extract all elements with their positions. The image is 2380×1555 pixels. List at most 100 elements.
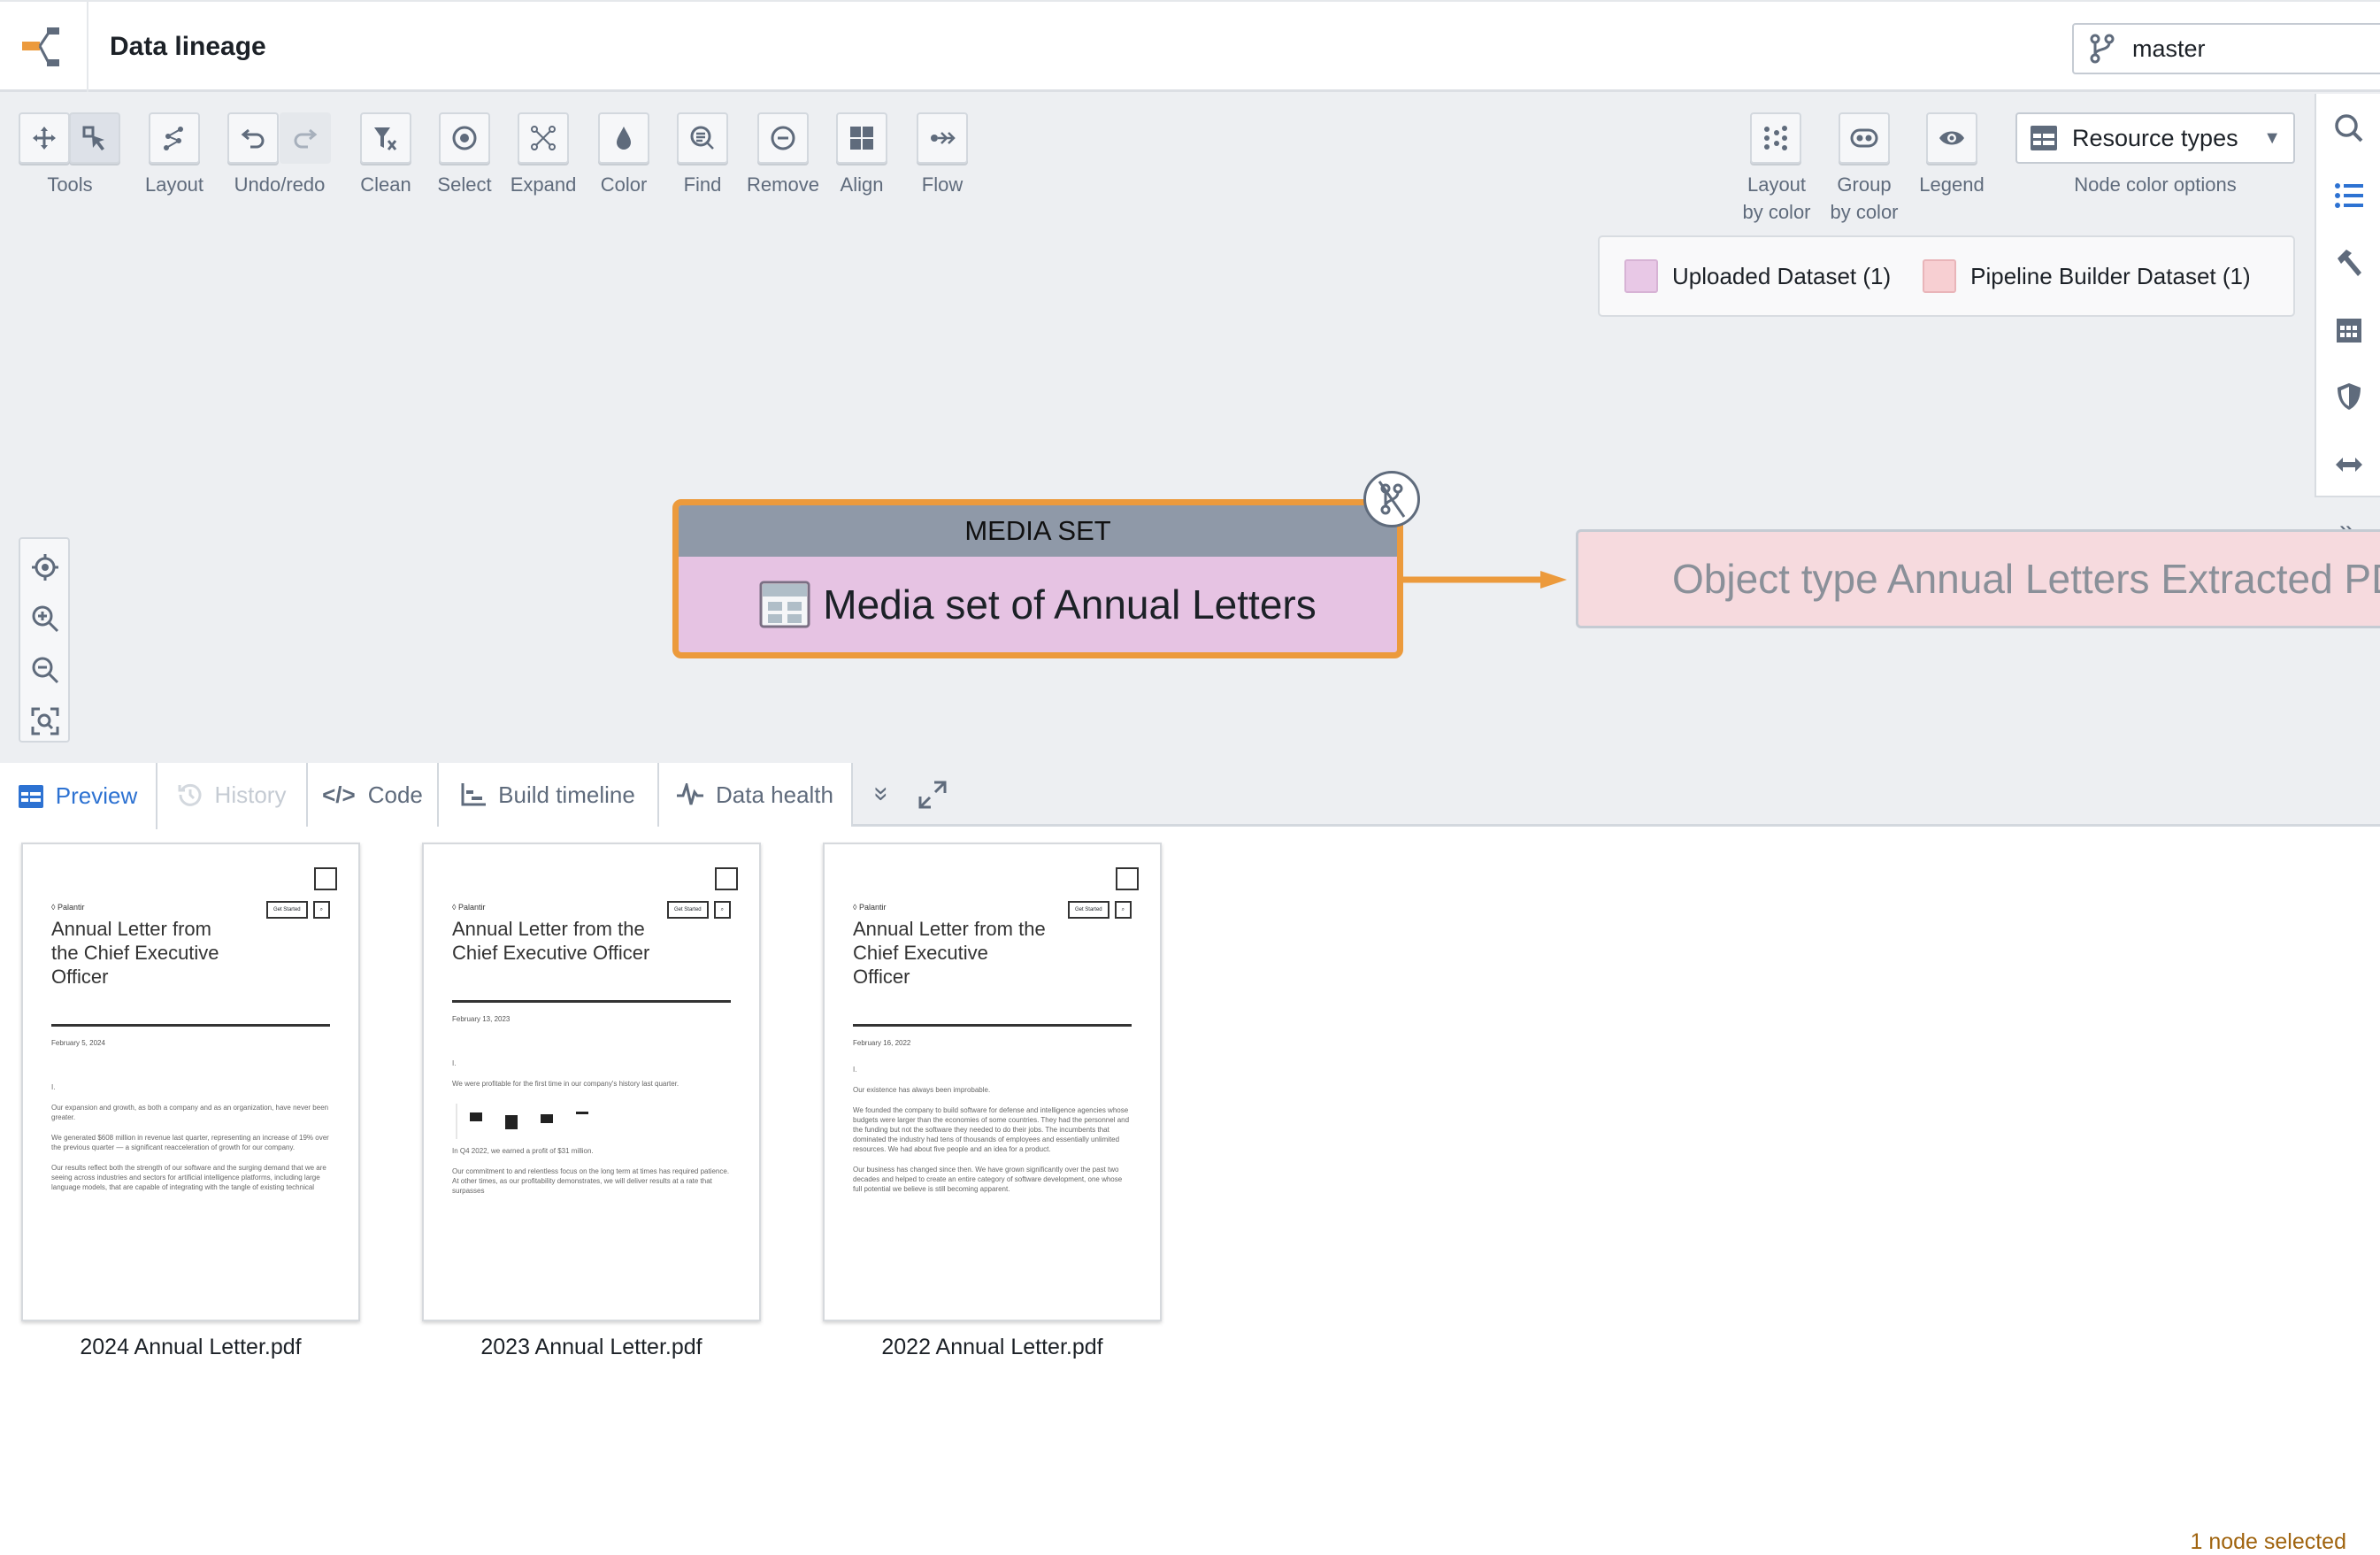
color-label: Color bbox=[600, 173, 648, 196]
file-preview-2023[interactable]: Get Started ⌕ ◊ Palantir Annual Letter fr… bbox=[422, 843, 761, 1321]
flow-label: Flow bbox=[921, 173, 964, 196]
flow-button[interactable] bbox=[917, 112, 968, 164]
file-name: 2023 Annual Letter.pdf bbox=[480, 1335, 702, 1359]
dots-scatter-icon bbox=[1764, 126, 1787, 150]
node-color-options-select[interactable]: Resource types ▼ bbox=[2015, 112, 2295, 164]
zoom-in-icon[interactable] bbox=[31, 604, 59, 633]
file-select-checkbox[interactable] bbox=[1116, 867, 1139, 890]
code-icon: </> bbox=[322, 781, 356, 808]
expand-button[interactable] bbox=[518, 112, 569, 164]
document-title: Annual Letter from the Chief Executive Of… bbox=[452, 918, 650, 964]
pan-tool-button[interactable] bbox=[19, 112, 70, 164]
table-icon bbox=[2031, 126, 2057, 150]
grid-icon bbox=[850, 127, 873, 150]
align-button[interactable] bbox=[836, 112, 887, 164]
legend-swatch-uploaded-dataset bbox=[1624, 259, 1658, 293]
file-name: 2022 Annual Letter.pdf bbox=[881, 1335, 1103, 1359]
pulse-icon bbox=[677, 783, 703, 805]
document-date: February 13, 2023 bbox=[452, 1015, 511, 1023]
file-select-checkbox[interactable] bbox=[715, 867, 738, 890]
target-icon bbox=[452, 126, 477, 150]
zoom-out-icon[interactable] bbox=[31, 656, 59, 684]
git-branch-icon bbox=[2090, 34, 2115, 64]
maximize-icon[interactable] bbox=[918, 781, 947, 809]
app-header: Data lineage master bbox=[0, 0, 2380, 92]
file-preview-2022[interactable]: Get Started ⌕ ◊ Palantir Annual Letter fr… bbox=[823, 843, 1162, 1321]
minus-circle-icon bbox=[771, 126, 795, 150]
group-by-color-button[interactable] bbox=[1839, 112, 1890, 164]
tab-preview[interactable]: Preview bbox=[0, 763, 157, 829]
document-body: I. Our expansion and growth, as both a co… bbox=[51, 1083, 329, 1191]
selected-node-media-set[interactable]: MEDIA SET Media set of Annual Letters bbox=[672, 499, 1403, 658]
hammer-icon[interactable] bbox=[2334, 248, 2364, 278]
eye-icon bbox=[1939, 131, 1964, 145]
redo-button[interactable] bbox=[280, 112, 331, 164]
color-button[interactable] bbox=[598, 112, 649, 164]
remove-label: Remove bbox=[747, 173, 819, 196]
search-icon[interactable] bbox=[2334, 113, 2364, 143]
layout-by-color-button[interactable] bbox=[1750, 112, 1801, 164]
node-type-header: MEDIA SET bbox=[679, 505, 1397, 557]
document-date: February 5, 2024 bbox=[51, 1039, 105, 1047]
clean-button[interactable] bbox=[360, 112, 411, 164]
data-lineage-logo-icon bbox=[0, 2, 88, 92]
tab-build-timeline-label: Build timeline bbox=[498, 781, 635, 808]
tab-code[interactable]: </> Code bbox=[308, 763, 439, 827]
legend-button[interactable] bbox=[1926, 112, 1977, 164]
right-sidebar bbox=[2315, 94, 2380, 497]
recenter-icon[interactable] bbox=[31, 553, 59, 581]
calendar-icon[interactable] bbox=[2334, 314, 2364, 344]
legend-swatch-pipeline-builder-dataset bbox=[1923, 259, 1957, 293]
node-color-options-label: Node color options bbox=[2074, 173, 2237, 196]
caret-down-icon: ▼ bbox=[2263, 127, 2281, 148]
group-by-color-label: Group by color bbox=[1830, 173, 1899, 223]
branch-selector[interactable]: master bbox=[2072, 23, 2380, 74]
file-select-checkbox[interactable] bbox=[314, 867, 337, 890]
select-label: Select bbox=[437, 173, 492, 196]
undo-redo-label: Undo/redo bbox=[234, 173, 326, 196]
legend-panel: Uploaded Dataset (1) Pipeline Builder Da… bbox=[1598, 235, 2295, 317]
zoom-controls bbox=[19, 537, 70, 743]
branch-disabled-icon[interactable] bbox=[1363, 471, 1420, 527]
expand-label: Expand bbox=[510, 173, 577, 196]
legend-item-uploaded-dataset: Uploaded Dataset (1) bbox=[1672, 262, 1892, 289]
file-preview-2024[interactable]: Get Started ⌕ ◊ Palantir Annual Letter fr… bbox=[21, 843, 360, 1321]
selection-status: 1 node selected bbox=[2190, 1529, 2346, 1554]
find-button[interactable] bbox=[677, 112, 728, 164]
flow-icon bbox=[931, 132, 956, 144]
select-button[interactable] bbox=[439, 112, 490, 164]
lineage-edge-arrow bbox=[1403, 571, 1567, 589]
undo-button[interactable] bbox=[227, 112, 279, 164]
align-label: Align bbox=[840, 173, 884, 196]
expand-graph-icon bbox=[531, 126, 556, 150]
tab-build-timeline[interactable]: Build timeline bbox=[439, 763, 659, 827]
redo-icon bbox=[294, 128, 318, 149]
tab-data-health[interactable]: Data health bbox=[659, 763, 853, 827]
legend-item-pipeline-builder-dataset: Pipeline Builder Dataset (1) bbox=[1970, 262, 2251, 289]
fit-to-screen-icon[interactable] bbox=[31, 707, 59, 735]
collapse-panel-chevron-icon[interactable]: » bbox=[866, 787, 896, 802]
group-icon bbox=[1850, 128, 1878, 148]
layout-graph-icon bbox=[164, 127, 183, 150]
media-set-icon bbox=[759, 581, 810, 628]
resize-horizontal-icon[interactable] bbox=[2334, 450, 2364, 480]
document-body: I. Our existence has always been improbab… bbox=[853, 1066, 1130, 1193]
document-title: Annual Letter from the Chief Executive Off… bbox=[853, 918, 1046, 988]
file-name: 2024 Annual Letter.pdf bbox=[80, 1335, 302, 1359]
tab-data-health-label: Data health bbox=[716, 781, 833, 808]
shield-icon[interactable] bbox=[2334, 381, 2364, 412]
node-name: Media set of Annual Letters bbox=[823, 581, 1317, 627]
layout-label: Layout bbox=[144, 173, 204, 196]
tab-preview-label: Preview bbox=[55, 782, 138, 809]
list-icon[interactable] bbox=[2334, 181, 2364, 211]
layout-button[interactable] bbox=[149, 112, 200, 164]
tab-history[interactable]: History bbox=[157, 763, 308, 827]
clean-label: Clean bbox=[360, 173, 411, 196]
select-tool-button[interactable] bbox=[69, 112, 120, 164]
downstream-node-object-type[interactable]: Object type Annual Letters Extracted PDF… bbox=[1576, 529, 2380, 628]
document-title: Annual Letter from the Chief Executive Off… bbox=[51, 918, 219, 988]
remove-button[interactable] bbox=[757, 112, 809, 164]
undo-icon bbox=[241, 128, 265, 149]
document-body: I. We were profitable for the first time … bbox=[452, 1059, 730, 1195]
node-color-selected: Resource types bbox=[2072, 124, 2238, 151]
